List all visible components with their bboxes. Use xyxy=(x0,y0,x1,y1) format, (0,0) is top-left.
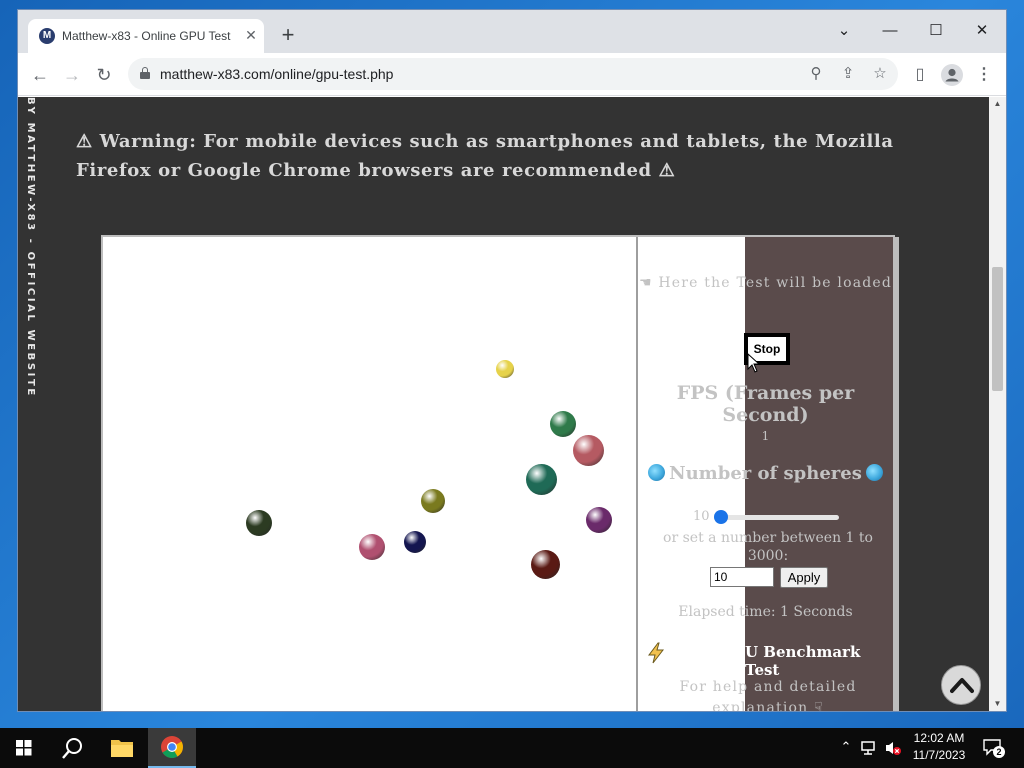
maximize-button[interactable]: ☐ xyxy=(913,16,959,46)
start-button[interactable] xyxy=(0,728,48,768)
sphere-9 xyxy=(404,531,426,553)
search-button[interactable] xyxy=(48,728,96,768)
folder-icon xyxy=(111,740,133,757)
spheres-title-row: Number of spheres xyxy=(638,463,893,484)
address-bar[interactable]: matthew-x83.com/online/gpu-test.php ⚲ ⇪ … xyxy=(128,58,898,90)
sphere-7 xyxy=(246,510,272,536)
file-explorer-button[interactable] xyxy=(98,728,146,768)
globe-icon xyxy=(648,464,666,481)
tab-close-icon[interactable]: ✕ xyxy=(243,27,259,43)
sphere-3 xyxy=(573,435,604,466)
browser-window: M Matthew-x83 - Online GPU Test ✕ + ⌄ — … xyxy=(18,10,1006,711)
network-icon[interactable] xyxy=(861,740,879,756)
page-scrollbar[interactable]: ▲ ▼ xyxy=(989,97,1006,711)
slider-thumb[interactable] xyxy=(714,510,728,524)
scrollbar-thumb[interactable] xyxy=(992,267,1003,391)
share-icon[interactable]: ⇪ xyxy=(838,64,858,84)
sphere-8 xyxy=(359,534,385,560)
fps-title: FPS (Frames per Second) xyxy=(676,382,855,426)
scroll-to-top-button[interactable] xyxy=(941,665,981,705)
gpu-test-frame: ☚ Here the Test will be loaded Stop FPS … xyxy=(101,235,899,711)
slider-value-label: 10 xyxy=(693,509,710,524)
url-text[interactable]: matthew-x83.com/online/gpu-test.php xyxy=(160,66,393,82)
tab-bar: M Matthew-x83 - Online GPU Test ✕ + ⌄ — … xyxy=(18,10,1006,53)
lock-icon[interactable] xyxy=(140,67,150,79)
back-button[interactable]: ← xyxy=(26,61,54,89)
lightning-bolt-icon xyxy=(648,642,665,664)
slider-track[interactable] xyxy=(721,515,839,520)
sphere-10 xyxy=(531,550,560,579)
profile-avatar[interactable] xyxy=(938,61,966,89)
side-panel-icon[interactable]: ▯ xyxy=(906,61,934,89)
notification-center-button[interactable]: 2 xyxy=(983,738,1005,758)
sphere-4 xyxy=(526,464,557,495)
new-tab-button[interactable]: + xyxy=(276,24,300,49)
vertical-brand-text: BY MATTHEW-X83 - OFFICIAL WEBSITE xyxy=(25,97,36,398)
spheres-title: Number of spheres xyxy=(669,463,862,484)
apply-button[interactable]: Apply xyxy=(780,567,828,588)
show-hidden-icons-chevron-icon[interactable]: ⌃ xyxy=(838,739,854,755)
sphere-2 xyxy=(550,411,576,437)
sphere-6 xyxy=(586,507,612,533)
chrome-taskbar-button[interactable] xyxy=(148,728,196,768)
notification-count-badge: 2 xyxy=(993,746,1005,758)
render-canvas[interactable] xyxy=(103,237,636,711)
bookmark-star-icon[interactable]: ☆ xyxy=(870,64,890,84)
zoom-search-icon[interactable]: ⚲ xyxy=(806,64,826,84)
tab-search-chevron-icon[interactable]: ⌄ xyxy=(821,16,867,46)
volume-muted-icon[interactable] xyxy=(884,740,902,756)
sphere-5 xyxy=(421,489,445,513)
panel-edge xyxy=(893,237,899,711)
site-favicon-icon: M xyxy=(39,28,55,44)
browser-warning: ⚠ Warning: For mobile devices such as sm… xyxy=(76,131,894,181)
benchmark-title: U Benchmark Test xyxy=(745,643,861,679)
windows-logo-icon xyxy=(16,740,32,756)
clock-time[interactable]: 12:02 AM xyxy=(905,731,973,745)
elapsed-time: Elapsed time: 1 Seconds xyxy=(678,604,853,620)
test-loaded-message: ☚ Here the Test will be loaded xyxy=(638,275,893,291)
page-viewport: BY MATTHEW-X83 - OFFICIAL WEBSITE ⚠ Warn… xyxy=(18,97,989,711)
chrome-menu-icon[interactable]: ⋮ xyxy=(970,61,998,89)
help-text[interactable]: For help and detailed explanation ☟ xyxy=(658,677,878,711)
reload-button[interactable]: ↻ xyxy=(90,61,118,89)
spheres-slider[interactable]: 10 xyxy=(693,509,843,525)
tab-title: Matthew-x83 - Online GPU Test xyxy=(62,29,231,43)
sphere-1 xyxy=(496,360,514,378)
chevron-up-icon xyxy=(950,678,974,693)
scroll-up-arrow-icon[interactable]: ▲ xyxy=(989,97,1006,111)
minimize-button[interactable]: — xyxy=(867,16,913,46)
search-icon xyxy=(62,738,82,759)
scroll-down-arrow-icon[interactable]: ▼ xyxy=(989,697,1006,711)
tab-gpu-test[interactable]: M Matthew-x83 - Online GPU Test ✕ xyxy=(28,19,264,53)
control-panel: ☚ Here the Test will be loaded Stop FPS … xyxy=(638,237,893,711)
close-window-button[interactable]: ✕ xyxy=(959,16,1005,46)
mouse-cursor-icon xyxy=(747,353,761,373)
clock-date[interactable]: 11/7/2023 xyxy=(905,748,973,762)
browser-toolbar: ← → ↻ matthew-x83.com/online/gpu-test.ph… xyxy=(18,53,1006,96)
globe-icon xyxy=(865,464,883,481)
taskbar: ⌃ 12:02 AM 11/7/2023 2 xyxy=(0,728,1024,768)
chrome-icon xyxy=(161,736,183,758)
forward-button[interactable]: → xyxy=(58,61,86,89)
range-hint: or set a number between 1 to 3000: xyxy=(663,530,873,564)
fps-value: 1 xyxy=(761,429,770,443)
spheres-number-input[interactable] xyxy=(710,567,774,587)
